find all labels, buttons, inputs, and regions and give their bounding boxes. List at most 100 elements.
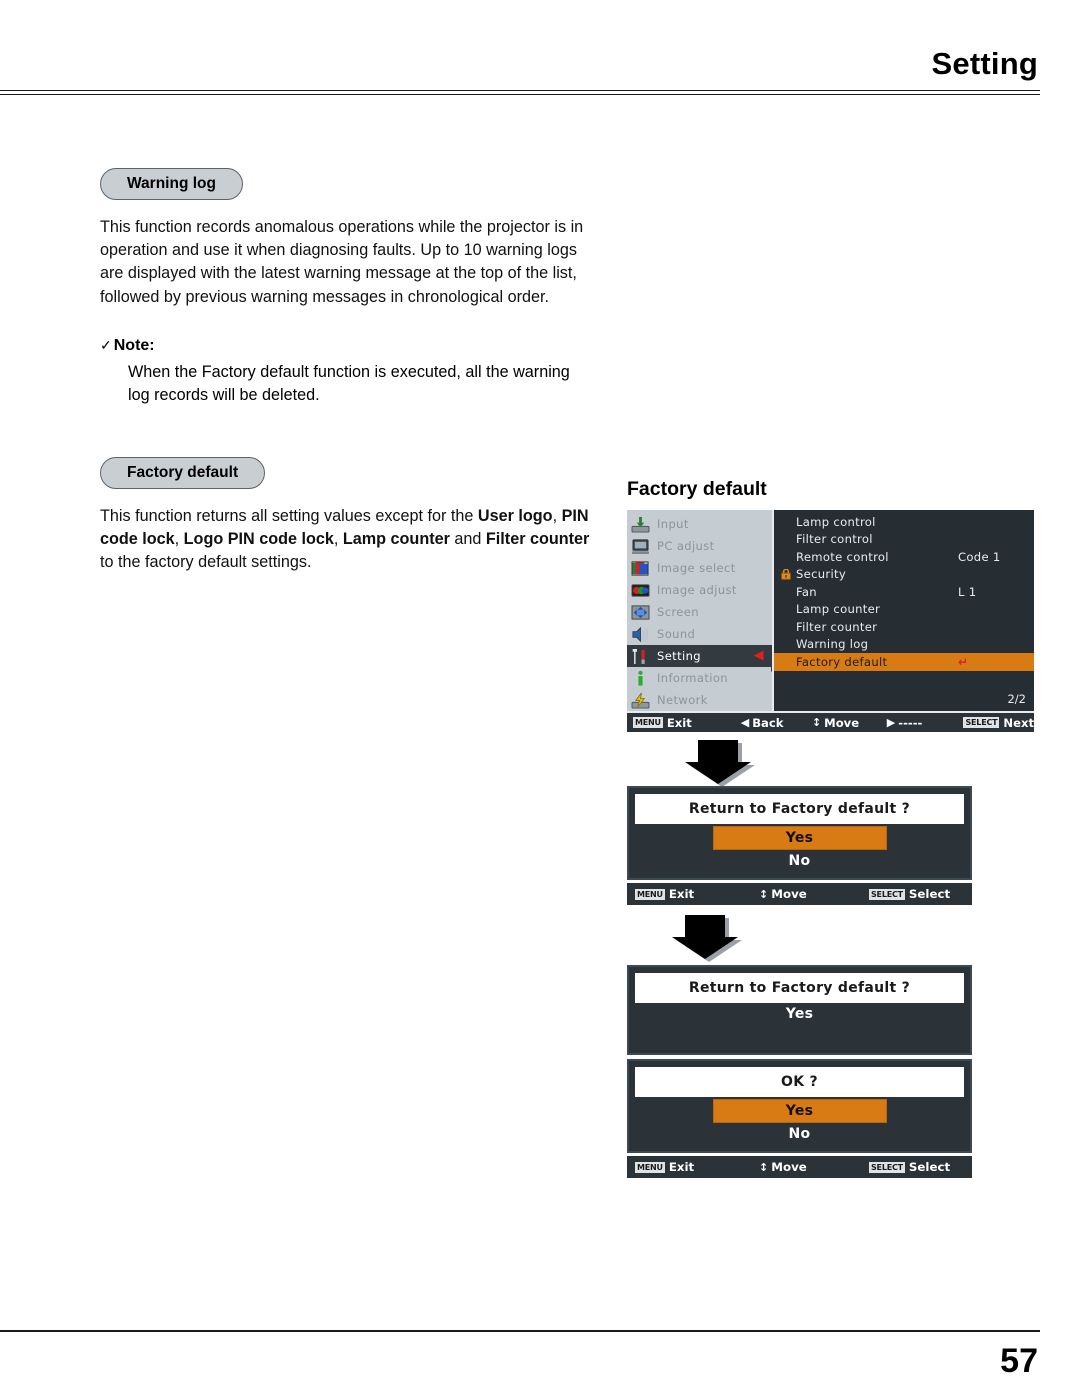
osd-menu-item-security[interactable]: Security xyxy=(774,566,1034,584)
osd-sidebar-item-sound[interactable]: Sound xyxy=(627,623,772,645)
osd-sidebar-item-label: Input xyxy=(657,517,689,531)
down-arrow-icon xyxy=(685,740,755,787)
osd-status-bar: MENU Exit ◀ Back ↕ Move ▶ ----- SELECT N… xyxy=(627,711,1034,732)
osd-back-action[interactable]: ◀ Back xyxy=(741,716,812,730)
screen-icon xyxy=(631,604,657,621)
page-header: Setting xyxy=(0,46,1080,102)
fd-text-2: , xyxy=(552,507,562,526)
osd-menu-item-label: Remote control xyxy=(796,549,889,564)
network-icon xyxy=(631,692,657,709)
page-title: Setting xyxy=(931,46,1038,81)
osd-menu-item-filter-control[interactable]: Filter control xyxy=(774,531,1034,549)
osd-move-action[interactable]: ↕ Move xyxy=(812,716,887,730)
dialog-3-move-label: Move xyxy=(771,1160,807,1174)
fd-bold-logo-pin-code-lock: Logo PIN code lock xyxy=(183,530,334,549)
dialog-3-exit-action[interactable]: MENU Exit xyxy=(635,1160,759,1174)
osd-sidebar-item-label: Sound xyxy=(657,627,696,641)
page-number: 57 xyxy=(1000,1342,1038,1380)
sound-icon xyxy=(631,626,657,643)
osd-sidebar-item-information[interactable]: Information xyxy=(627,667,772,689)
lock-icon xyxy=(776,568,796,580)
osd-menu-item-label: Security xyxy=(796,567,847,582)
dialog-1-exit-action[interactable]: MENU Exit xyxy=(635,887,759,901)
right-arrow-icon: ▶ xyxy=(886,716,896,729)
input-icon xyxy=(631,516,657,533)
osd-illustration-column: Factory default Input PC adjust Image sele… xyxy=(627,478,1047,1178)
note-body: When the Factory default function is exe… xyxy=(128,362,570,404)
osd-sidebar-item-setting[interactable]: Setting ◀ xyxy=(627,645,772,667)
menu-key-icon: MENU xyxy=(635,888,665,900)
select-key-icon: SELECT xyxy=(869,888,905,900)
dialog-3-select-action[interactable]: SELECT Select xyxy=(869,1160,950,1174)
osd-menu-item-label: Warning log xyxy=(796,637,869,652)
setting-icon xyxy=(631,648,657,665)
fd-text-6: to the factory default settings. xyxy=(100,553,312,572)
osd-move-label: Move xyxy=(824,715,860,730)
dialog-ok-confirm: OK ? Yes No xyxy=(627,1059,972,1153)
osd-menu-item-fan[interactable]: Fan L 1 xyxy=(774,583,1034,601)
factory-default-paragraph: This function returns all setting values… xyxy=(100,505,590,574)
dialog-3-move-action[interactable]: ↕ Move xyxy=(759,1160,869,1174)
osd-page-indicator: 2/2 xyxy=(1007,692,1026,706)
dialog-return-to-factory-default-confirmed: Return to Factory default ? Yes xyxy=(627,965,972,1055)
dialog-1-no-option[interactable]: No xyxy=(635,850,964,872)
information-icon xyxy=(631,670,657,687)
dialog-1-move-label: Move xyxy=(771,887,807,901)
osd-menu-item-warning-log[interactable]: Warning log xyxy=(774,636,1034,654)
osd-menu-item-value: L 1 xyxy=(958,584,977,599)
osd-menu-item-lamp-control[interactable]: Lamp control xyxy=(774,513,1034,531)
osd-sidebar-item-screen[interactable]: Screen xyxy=(627,601,772,623)
dialog-3-exit-label: Exit xyxy=(668,1160,695,1174)
osd-sidebar-item-label: Image adjust xyxy=(657,583,737,597)
osd-menu-item-value: ↵ xyxy=(958,655,1034,669)
osd-sidebar-item-pc-adjust[interactable]: PC adjust xyxy=(627,535,772,557)
dialog-1-select-label: Select xyxy=(908,887,951,901)
dialog-2-question: Return to Factory default ? xyxy=(635,973,964,1003)
note-block: ✓ Note: When the Factory default function… xyxy=(100,337,590,407)
osd-select-label: Next xyxy=(1003,715,1034,730)
dialog-3-no-option[interactable]: No xyxy=(635,1123,964,1145)
osd-caption: Factory default xyxy=(627,478,767,500)
header-rule xyxy=(0,90,1040,95)
dialog-2-group: Return to Factory default ? Yes xyxy=(627,965,1047,1055)
osd-menu-item-lamp-counter[interactable]: Lamp counter xyxy=(774,601,1034,619)
image-select-icon xyxy=(631,560,657,577)
menu-key-icon: MENU xyxy=(633,717,663,728)
osd-sidebar-item-network[interactable]: Network xyxy=(627,689,772,711)
dialog-1-move-action[interactable]: ↕ Move xyxy=(759,887,869,901)
left-arrow-icon: ◀ xyxy=(740,716,750,729)
osd-exit-action[interactable]: MENU Exit xyxy=(633,716,741,730)
up-down-arrow-icon: ↕ xyxy=(759,887,769,901)
return-arrow-icon: ↵ xyxy=(958,654,969,669)
dialog-1-select-action[interactable]: SELECT Select xyxy=(869,887,950,901)
fd-text-3: , xyxy=(174,530,184,549)
osd-sidebar-item-image-adjust[interactable]: Image adjust xyxy=(627,579,772,601)
osd-back-label: Back xyxy=(752,715,784,730)
osd-sidebar-item-input[interactable]: Input xyxy=(627,513,772,535)
osd-menu-item-remote-control[interactable]: Remote control Code 1 xyxy=(774,548,1034,566)
fd-bold-user-logo: User logo xyxy=(477,507,553,526)
osd-menu-item-label: Lamp control xyxy=(796,514,876,529)
osd-sidebar-item-label: Screen xyxy=(657,605,699,619)
fd-text-5: and xyxy=(449,530,486,549)
osd-menu-item-value: Code 1 xyxy=(958,549,1001,564)
osd-item-panel: Lamp control Filter control Remote control… xyxy=(772,510,1034,711)
left-caret-icon: ◀ xyxy=(753,648,764,663)
dialog-1-yes-option[interactable]: Yes xyxy=(712,826,887,850)
fd-text-4: , xyxy=(333,530,343,549)
dialog-3-question: OK ? xyxy=(635,1067,964,1097)
section-factory-default: Factory default This function returns al… xyxy=(100,456,590,575)
left-text-column: Warning log This function records anomal… xyxy=(100,168,590,575)
menu-key-icon: MENU xyxy=(635,1161,665,1173)
osd-menu-item-factory-default[interactable]: Factory default ↵ xyxy=(774,653,1034,671)
dialog-3-yes-option[interactable]: Yes xyxy=(712,1099,887,1123)
osd-menu-item-filter-counter[interactable]: Filter counter xyxy=(774,618,1034,636)
flow-arrow-1-wrap xyxy=(627,736,1047,788)
osd-exit-label: Exit xyxy=(666,715,692,730)
osd-sidebar-item-image-select[interactable]: Image select xyxy=(627,557,772,579)
osd-sidebar-item-label: Image select xyxy=(657,561,736,575)
osd-select-action[interactable]: SELECT Next xyxy=(963,716,1034,730)
image-adjust-icon xyxy=(631,582,657,599)
dialog-2-yes-option: Yes xyxy=(785,1006,814,1022)
up-down-arrow-icon: ↕ xyxy=(759,1160,769,1174)
